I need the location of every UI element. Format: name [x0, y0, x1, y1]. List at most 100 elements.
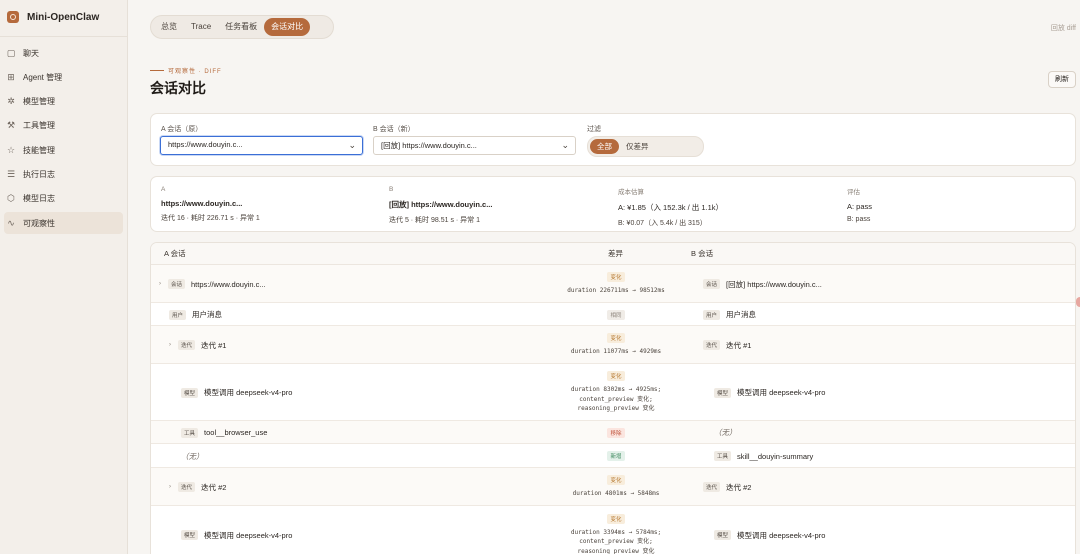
cell-session-b: 用户 用户消息 — [703, 303, 756, 326]
diff-detail-line: reasoning_preview 变化 — [577, 405, 655, 413]
filter-option[interactable]: 全部 — [590, 139, 619, 154]
node-label: 模型调用 deepseek-v4-pro — [737, 388, 826, 397]
session-b-select[interactable]: [回放] https://www.douyin.c... ⌄ — [373, 136, 576, 155]
cell-session-a: 用户 用户消息 — [169, 303, 222, 326]
diff-table: A 会话 差异 B 会话 › 会话 https://www.douyin.c... 变… — [150, 242, 1076, 554]
summary-cost: 成本估算 A: ¥1.85（入 152.3k / 出 1.1k） B: ¥0.0… — [618, 186, 723, 228]
summary-b-key: B — [389, 186, 394, 193]
list-icon: ☰ — [6, 168, 16, 179]
filter-option[interactable]: 仅差异 — [619, 139, 656, 154]
cell-session-a: 模型 模型调用 deepseek-v4-pro — [181, 506, 292, 554]
cell-session-b: 会话 [回放] https://www.douyin.c... — [703, 265, 822, 303]
table-row: › 会话 https://www.douyin.c... 变化 duration 226… — [151, 265, 1075, 303]
diff-cell: 变化 duration 4801ms → 5848ms — [561, 475, 671, 499]
table-row: › 迭代 迭代 #2 变化 duration 4801ms → 5848ms 迭代 迭代 #… — [151, 468, 1075, 506]
cell-session-a: › 迭代 迭代 #1 — [169, 326, 226, 364]
expand-caret-icon[interactable]: › — [169, 484, 171, 490]
tab-item[interactable]: 总览 — [154, 18, 184, 36]
summary-a: A https://www.douyin.c... 迭代 16 · 耗时 226… — [161, 186, 260, 223]
cell-session-b: 模型 模型调用 deepseek-v4-pro — [714, 506, 825, 554]
node-type-tag: 会话 — [703, 279, 721, 289]
main-content: 总览 Trace 任务看板 会话对比 回放 diff 可观察性 · DIFF 会话对比… — [128, 0, 1080, 554]
expand-caret-icon[interactable]: › — [169, 342, 171, 348]
node-label: 模型调用 deepseek-v4-pro — [204, 530, 293, 540]
summary-b-stats: 迭代 5 · 耗时 98.51 s · 异常 1 — [389, 217, 481, 224]
sidebar-item[interactable]: ☰ 执行日志 — [4, 163, 123, 185]
expand-caret-icon[interactable]: › — [159, 281, 161, 287]
node-label: 用户消息 — [726, 310, 757, 319]
diff-cell: 变化 duration 226711ms → 98512ms — [561, 272, 671, 296]
sidebar-item-label: 工具管理 — [23, 121, 55, 131]
node-label: （无） — [714, 428, 737, 437]
node-label: （无） — [181, 451, 204, 461]
chevron-down-icon: ⌄ — [348, 140, 356, 150]
summary-cost-b: B: ¥0.07（入 5.4k / 出 315） — [618, 220, 707, 227]
summary-eval-a: A: pass — [847, 202, 873, 211]
summary-cost-a: A: ¥1.85（入 152.3k / 出 1.1k） — [618, 203, 724, 212]
sidebar-item[interactable]: ✲ 模型管理 — [4, 91, 123, 113]
diff-badge: 变化 — [607, 371, 625, 382]
header-session-a: A 会话 — [164, 249, 186, 258]
diff-badge: 变化 — [607, 333, 625, 344]
star-icon: ☆ — [6, 144, 16, 155]
diff-cell: 变化 duration 8302ms → 4925ms; content_previ… — [561, 371, 671, 414]
diff-badge: 变化 — [607, 475, 625, 486]
sidebar-item[interactable]: ⬡ 模型日志 — [4, 188, 123, 210]
cell-session-b: 模型 模型调用 deepseek-v4-pro — [714, 364, 825, 421]
diff-cell: 相同 — [561, 309, 671, 320]
node-label: skill__douyin-summary — [737, 451, 814, 461]
sidebar-item[interactable]: ☆ 技能管理 — [4, 139, 123, 161]
scroll-indicator[interactable] — [1076, 297, 1080, 307]
sidebar-item-label: 模型管理 — [23, 97, 55, 107]
tab-item[interactable]: Trace — [184, 18, 218, 36]
table-row: 工具 tool__browser_use 移除 （无） — [151, 421, 1075, 444]
diff-cell: 变化 duration 11077ms → 4929ms — [561, 333, 671, 357]
cell-session-b: 迭代 迭代 #1 — [703, 326, 751, 364]
sidebar-item[interactable]: ⚒ 工具管理 — [4, 115, 123, 137]
cell-session-b: 工具 skill__douyin-summary — [714, 444, 813, 468]
diff-badge: 变化 — [607, 272, 625, 283]
node-label: 模型调用 deepseek-v4-pro — [204, 388, 293, 397]
node-type-tag: 迭代 — [178, 482, 196, 492]
sidebar-item[interactable]: ∿ 可观察性 — [4, 212, 123, 235]
node-label: 用户消息 — [192, 310, 223, 319]
diff-badge: 变化 — [607, 513, 625, 524]
node-type-tag: 模型 — [714, 387, 732, 398]
diff-detail-line: content_preview 变化; — [579, 395, 653, 403]
page-eyebrow: 可观察性 · DIFF — [150, 66, 222, 75]
node-label: 迭代 #2 — [726, 482, 752, 492]
session-a-select[interactable]: https://www.douyin.c... ⌄ — [160, 136, 363, 155]
summary-b-title: [回放] https://www.douyin.c... — [389, 200, 493, 209]
sidebar-item[interactable]: ▢ 聊天 — [4, 42, 123, 64]
node-label: 迭代 #1 — [726, 340, 752, 350]
wrench-icon: ⚒ — [6, 120, 16, 131]
node-type-tag: 工具 — [714, 451, 732, 461]
diff-detail-line: duration 8302ms → 4925ms; — [570, 386, 662, 394]
tab-item[interactable]: 会话对比 — [264, 18, 311, 36]
node-label: https://www.douyin.c... — [191, 279, 266, 289]
table-row: › 迭代 迭代 #1 变化 duration 11077ms → 4929ms 迭代 迭代 … — [151, 326, 1075, 364]
node-type-tag: 迭代 — [703, 340, 721, 350]
tab-item[interactable]: 任务看板 — [218, 18, 264, 36]
node-type-tag: 迭代 — [178, 340, 196, 350]
brand[interactable]: Mini-OpenClaw — [0, 0, 127, 34]
filter-toggle: 全部 仅差异 — [587, 136, 704, 157]
diff-details: duration 11077ms → 4929ms — [571, 347, 661, 357]
diff-detail-line: content_preview 变化; — [579, 538, 653, 546]
summary-b: B [回放] https://www.douyin.c... 迭代 5 · 耗时… — [389, 186, 492, 225]
session-b-label: B 会话（新） — [373, 126, 415, 133]
diff-detail-line: duration 4801ms → 5848ms — [572, 490, 660, 498]
cell-session-a: › 会话 https://www.douyin.c... — [159, 265, 266, 303]
sparkle-icon: ✲ — [7, 96, 15, 107]
sidebar-item-label: 执行日志 — [23, 169, 55, 179]
sidebar-item[interactable]: ⊞ Agent 管理 — [4, 66, 123, 88]
node-type-tag: 迭代 — [703, 482, 721, 492]
cell-session-a: 工具 tool__browser_use — [181, 421, 267, 444]
session-b-value: [回放] https://www.douyin.c... — [381, 141, 477, 150]
diff-detail-line: duration 226711ms → 98512ms — [567, 287, 665, 295]
diff-details: duration 3394ms → 5784ms; content_preview… — [571, 528, 661, 554]
summary-a-stats: 迭代 16 · 耗时 226.71 s · 异常 1 — [161, 215, 260, 222]
cell-session-b: 迭代 迭代 #2 — [703, 468, 751, 506]
diff-badge: 移除 — [607, 427, 625, 438]
refresh-button[interactable]: 刷新 — [1048, 71, 1076, 88]
